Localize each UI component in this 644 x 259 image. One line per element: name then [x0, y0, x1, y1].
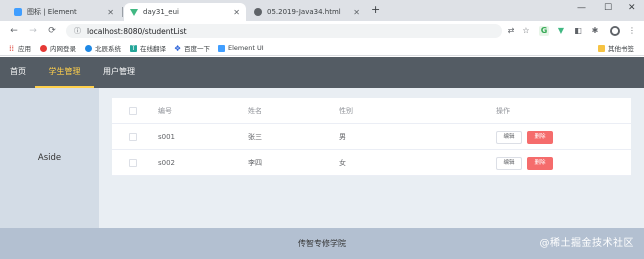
- bookmark-label: 应用: [18, 45, 31, 53]
- bookmark-label: 北辰系统: [95, 45, 121, 53]
- new-tab-button[interactable]: +: [371, 3, 380, 17]
- bookmark-label: 内网登录: [50, 45, 76, 53]
- watermark: @稀土掘金技术社区: [539, 238, 634, 249]
- header-name: 姓名: [248, 107, 262, 115]
- bookmark-label: Element UI: [228, 44, 264, 52]
- student-table: 编号 姓名 性别 操作 s001 张三 男 编辑 删除 s002 李四 女 编辑…: [112, 98, 631, 176]
- vue-devtools-icon[interactable]: ▼: [556, 26, 566, 36]
- browser-tab-element[interactable]: 图标 | Element ✕: [8, 3, 120, 21]
- menu-item-home[interactable]: 首页: [10, 57, 26, 88]
- close-tab-icon[interactable]: ✕: [233, 8, 240, 17]
- bookmarks-bar: ⁞⁞ 应用 内网登录 北辰系统 T 在线翻译 ❖ 百度一下 Element UI…: [0, 41, 644, 56]
- menu-item-student-management[interactable]: 学生管理: [35, 57, 94, 88]
- address-bar[interactable]: ⓘ localhost:8080/studentList: [66, 24, 502, 38]
- element-icon: [218, 44, 225, 52]
- app-footer: 传智专修学院 @稀土掘金技术社区: [0, 228, 644, 259]
- table-header-row: 编号 姓名 性别 操作: [112, 98, 631, 124]
- extension-grammar-icon[interactable]: G: [539, 26, 549, 36]
- close-window-icon[interactable]: ✕: [628, 2, 636, 14]
- aside-label: Aside: [37, 153, 62, 163]
- apps-grid-icon: ⁞⁞: [8, 43, 15, 53]
- forward-arrow-icon[interactable]: →: [28, 25, 38, 37]
- header-id: 编号: [158, 107, 172, 115]
- vue-favicon-icon: [130, 8, 138, 16]
- select-all-checkbox[interactable]: [129, 107, 137, 115]
- bookmark-intranet-login[interactable]: 内网登录: [40, 43, 76, 53]
- delete-button[interactable]: 删除: [527, 157, 553, 170]
- bookmark-label: 百度一下: [184, 45, 210, 53]
- aside-panel: Aside: [0, 88, 99, 228]
- bookmark-other-folder[interactable]: 其他书签: [598, 43, 634, 53]
- tab-title: 05.2019-Java34.html: [267, 8, 341, 16]
- menu-item-user-management[interactable]: 用户管理: [103, 57, 135, 88]
- tab-separator: [122, 7, 123, 17]
- profile-avatar-icon[interactable]: ●: [610, 26, 620, 36]
- puzzle-extension-icon[interactable]: ✱: [590, 26, 600, 36]
- bookmark-label: 在线翻译: [140, 45, 166, 53]
- cell-name: 李四: [248, 159, 262, 167]
- bookmark-baidu[interactable]: ❖ 百度一下: [174, 43, 210, 53]
- bookmark-beichen-system[interactable]: 北辰系统: [85, 43, 121, 53]
- more-menu-icon[interactable]: ⋮: [627, 26, 637, 36]
- browser-toolbar: ← → ⟳ ⌂ ⓘ localhost:8080/studentList ⇄ ☆…: [0, 21, 644, 41]
- tab-title: 图标 | Element: [27, 8, 77, 16]
- app-header-menu: 首页 学生管理 用户管理: [0, 57, 644, 88]
- reload-icon[interactable]: ⟳: [47, 25, 57, 37]
- row-checkbox[interactable]: [129, 133, 137, 141]
- element-favicon-icon: [14, 8, 22, 16]
- close-tab-icon[interactable]: ✕: [107, 8, 114, 17]
- delete-button[interactable]: 删除: [527, 131, 553, 144]
- edit-button[interactable]: 编辑: [496, 157, 522, 170]
- cell-name: 张三: [248, 133, 262, 141]
- cell-gender: 男: [339, 133, 346, 141]
- globe-favicon-icon: [254, 8, 262, 16]
- table-row: s002 李四 女 编辑 删除: [112, 150, 631, 176]
- url-text: localhost:8080/studentList: [87, 26, 187, 36]
- bookmark-online-translate[interactable]: T 在线翻译: [130, 43, 166, 53]
- browser-tab-java34[interactable]: 05.2019-Java34.html ✕: [248, 3, 366, 21]
- bookmark-label: 其他书签: [608, 45, 634, 53]
- tab-title: day31_eui: [143, 8, 179, 16]
- translate-icon: T: [130, 44, 137, 52]
- minimize-icon[interactable]: —: [577, 2, 586, 14]
- main-content: 编号 姓名 性别 操作 s001 张三 男 编辑 删除 s002 李四 女 编辑…: [99, 88, 644, 228]
- info-icon[interactable]: ⓘ: [74, 26, 81, 36]
- folder-icon: [598, 44, 605, 52]
- header-actions: 操作: [496, 107, 510, 115]
- table-row: s001 张三 男 编辑 删除: [112, 124, 631, 150]
- bookmark-apps[interactable]: ⁞⁞ 应用: [8, 43, 31, 53]
- bookmark-element-ui[interactable]: Element UI: [218, 43, 264, 53]
- extension-icon[interactable]: ◧: [573, 26, 583, 36]
- row-checkbox[interactable]: [129, 159, 137, 167]
- back-arrow-icon[interactable]: ←: [9, 25, 19, 37]
- close-tab-icon[interactable]: ✕: [353, 8, 360, 17]
- cell-id: s001: [158, 133, 176, 141]
- maximize-icon[interactable]: ☐: [604, 2, 612, 14]
- header-gender: 性别: [339, 107, 353, 115]
- edit-button[interactable]: 编辑: [496, 131, 522, 144]
- red-dot-icon: [40, 44, 47, 52]
- cell-gender: 女: [339, 159, 346, 167]
- translate-icon[interactable]: ⇄: [506, 26, 516, 36]
- browser-tab-day31[interactable]: day31_eui ✕: [124, 3, 246, 21]
- browser-tab-strip: 图标 | Element ✕ day31_eui ✕ 05.2019-Java3…: [0, 0, 644, 21]
- baidu-paw-icon: ❖: [174, 43, 182, 53]
- blue-dot-icon: [85, 44, 92, 52]
- cell-id: s002: [158, 159, 176, 167]
- bookmark-star-icon[interactable]: ☆: [521, 26, 531, 36]
